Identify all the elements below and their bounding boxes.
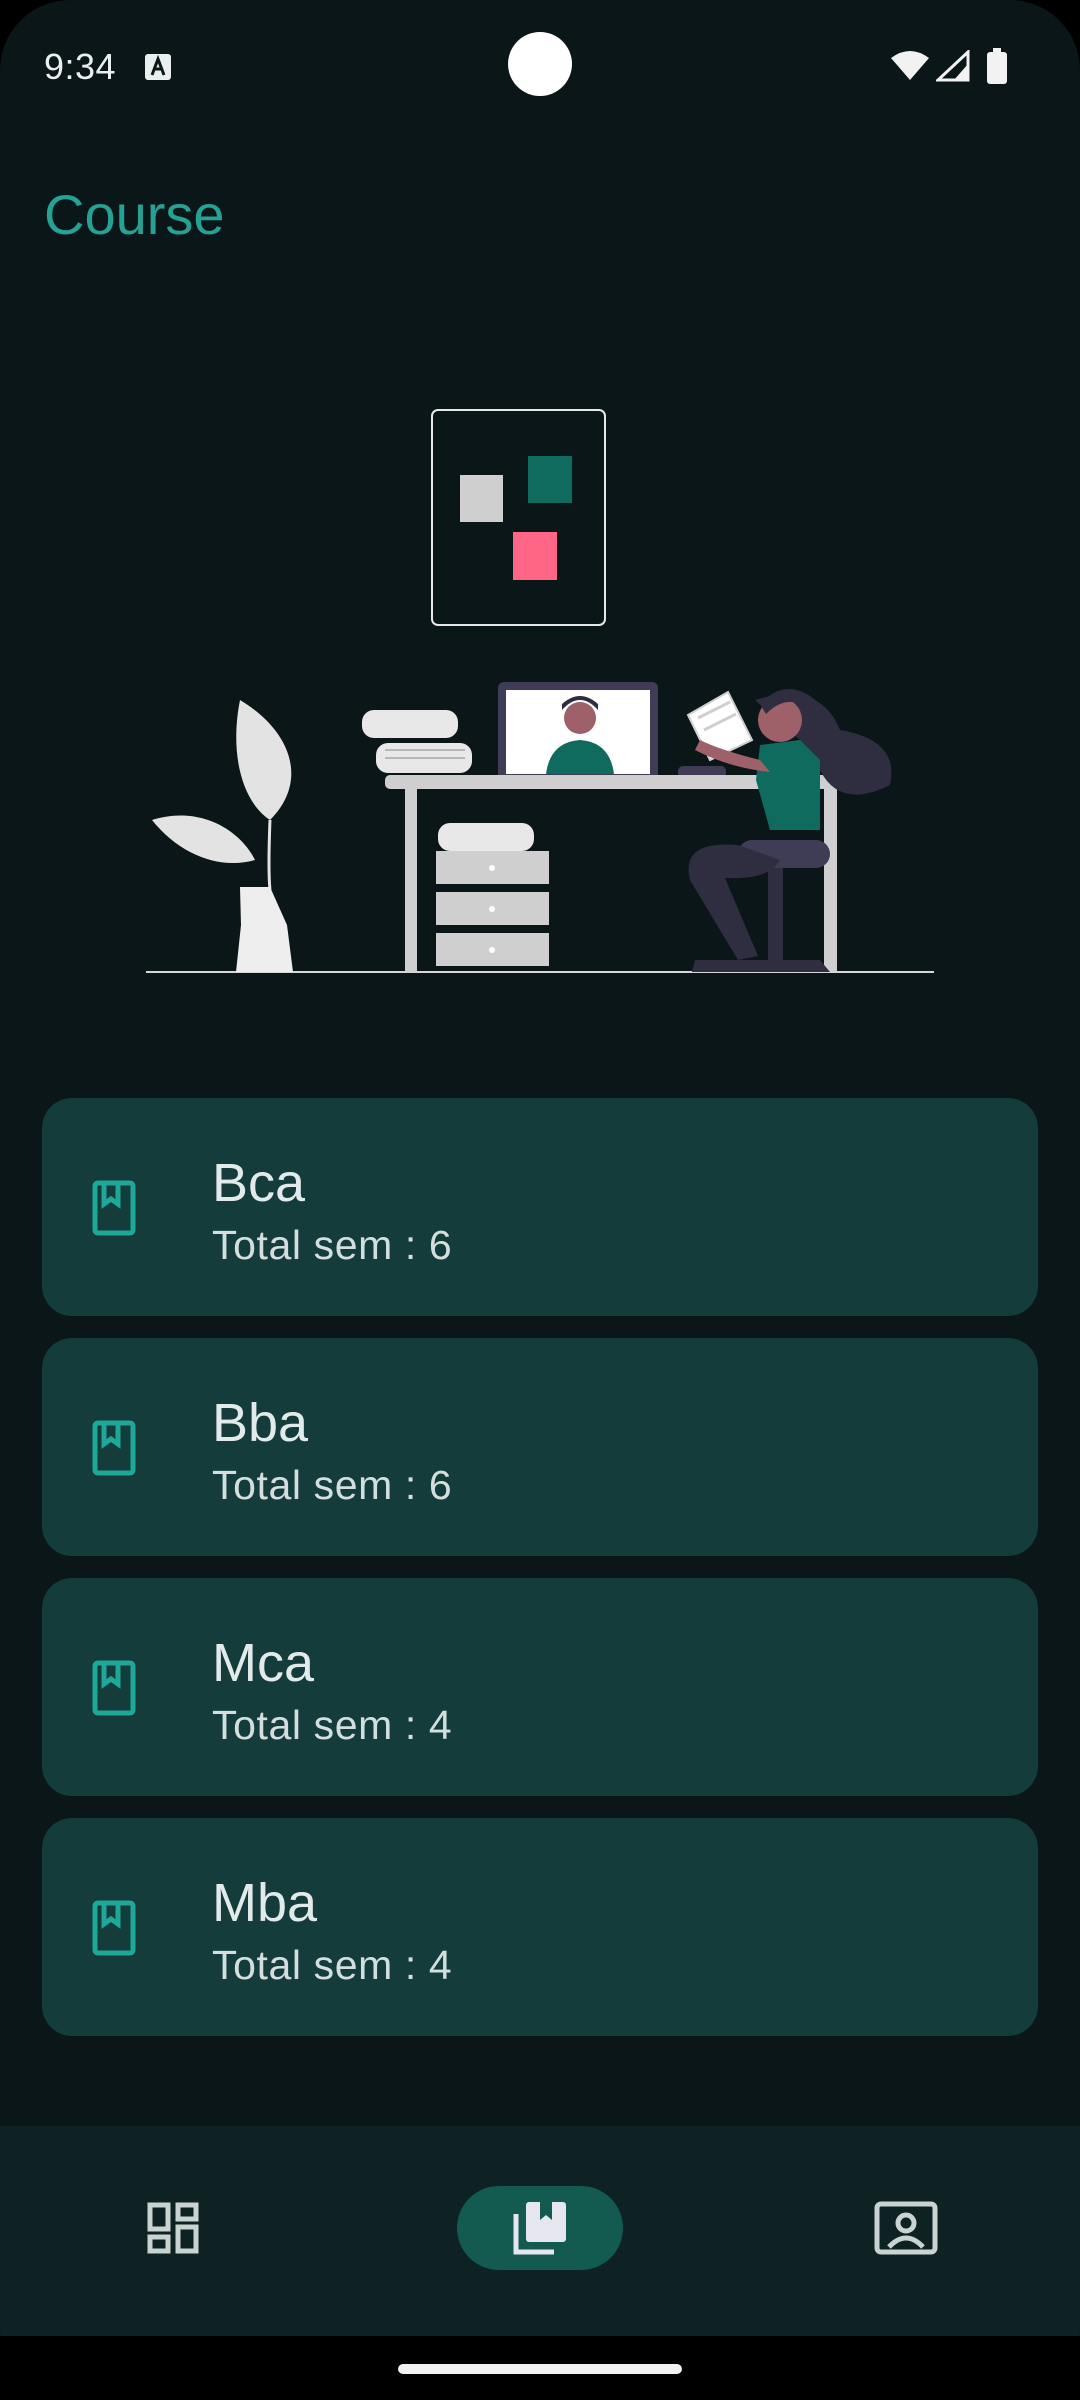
bottom-navigation xyxy=(0,2126,1080,2336)
books-stack xyxy=(362,710,472,773)
course-name: Mca xyxy=(212,1633,315,1693)
course-list: Bca Total sem : 6 Bba Total sem : 6 Mca … xyxy=(42,1098,1038,2058)
course-card[interactable]: Bca Total sem : 6 xyxy=(42,1098,1038,1316)
wifi-icon xyxy=(891,51,929,80)
laptop xyxy=(490,682,726,788)
course-total-sem: Total sem : 4 xyxy=(212,1702,453,1748)
battery-icon xyxy=(987,48,1007,84)
library-books-icon xyxy=(513,2202,566,2255)
text-a-icon xyxy=(145,54,171,80)
course-name: Bca xyxy=(212,1153,306,1213)
course-total-sem: Total sem : 6 xyxy=(212,1222,453,1268)
app-screen: 9:34 Course Bca Total sem: 6 Bba Total … xyxy=(0,0,1080,2400)
course-illustration xyxy=(146,409,934,973)
course-name: Bba xyxy=(212,1393,309,1453)
course-card[interactable]: Mca Total sem : 4 xyxy=(42,1578,1038,1796)
dashboard-icon xyxy=(147,2202,199,2254)
nav-dashboard[interactable] xyxy=(90,2186,256,2270)
wall-frame xyxy=(431,409,606,626)
course-card[interactable]: Bba Total sem : 6 xyxy=(42,1338,1038,1556)
bookmark-book-icon xyxy=(92,1180,136,1236)
person-reading xyxy=(686,689,892,972)
course-card[interactable]: Mba Total sem : 4 xyxy=(42,1818,1038,2036)
page-title: Course xyxy=(44,183,225,246)
status-bar: 9:34 xyxy=(0,0,1080,130)
plant xyxy=(152,700,293,972)
course-name: Mba xyxy=(212,1873,318,1933)
bookmark-book-icon xyxy=(92,1900,136,1956)
nav-profile[interactable] xyxy=(823,2186,989,2270)
gesture-handle[interactable] xyxy=(398,2364,682,2374)
camera-cutout xyxy=(508,32,572,96)
nav-course[interactable] xyxy=(457,2186,623,2270)
bookmark-book-icon xyxy=(92,1660,136,1716)
course-total-sem: Total sem : 4 xyxy=(212,1942,453,1988)
status-time: 9:34 xyxy=(44,46,117,87)
signal-icon xyxy=(936,50,970,82)
contact-profile-icon xyxy=(874,2201,938,2255)
course-total-sem: Total sem : 6 xyxy=(212,1462,453,1508)
gesture-nav-area xyxy=(0,2336,1080,2400)
bookmark-book-icon xyxy=(92,1420,136,1476)
